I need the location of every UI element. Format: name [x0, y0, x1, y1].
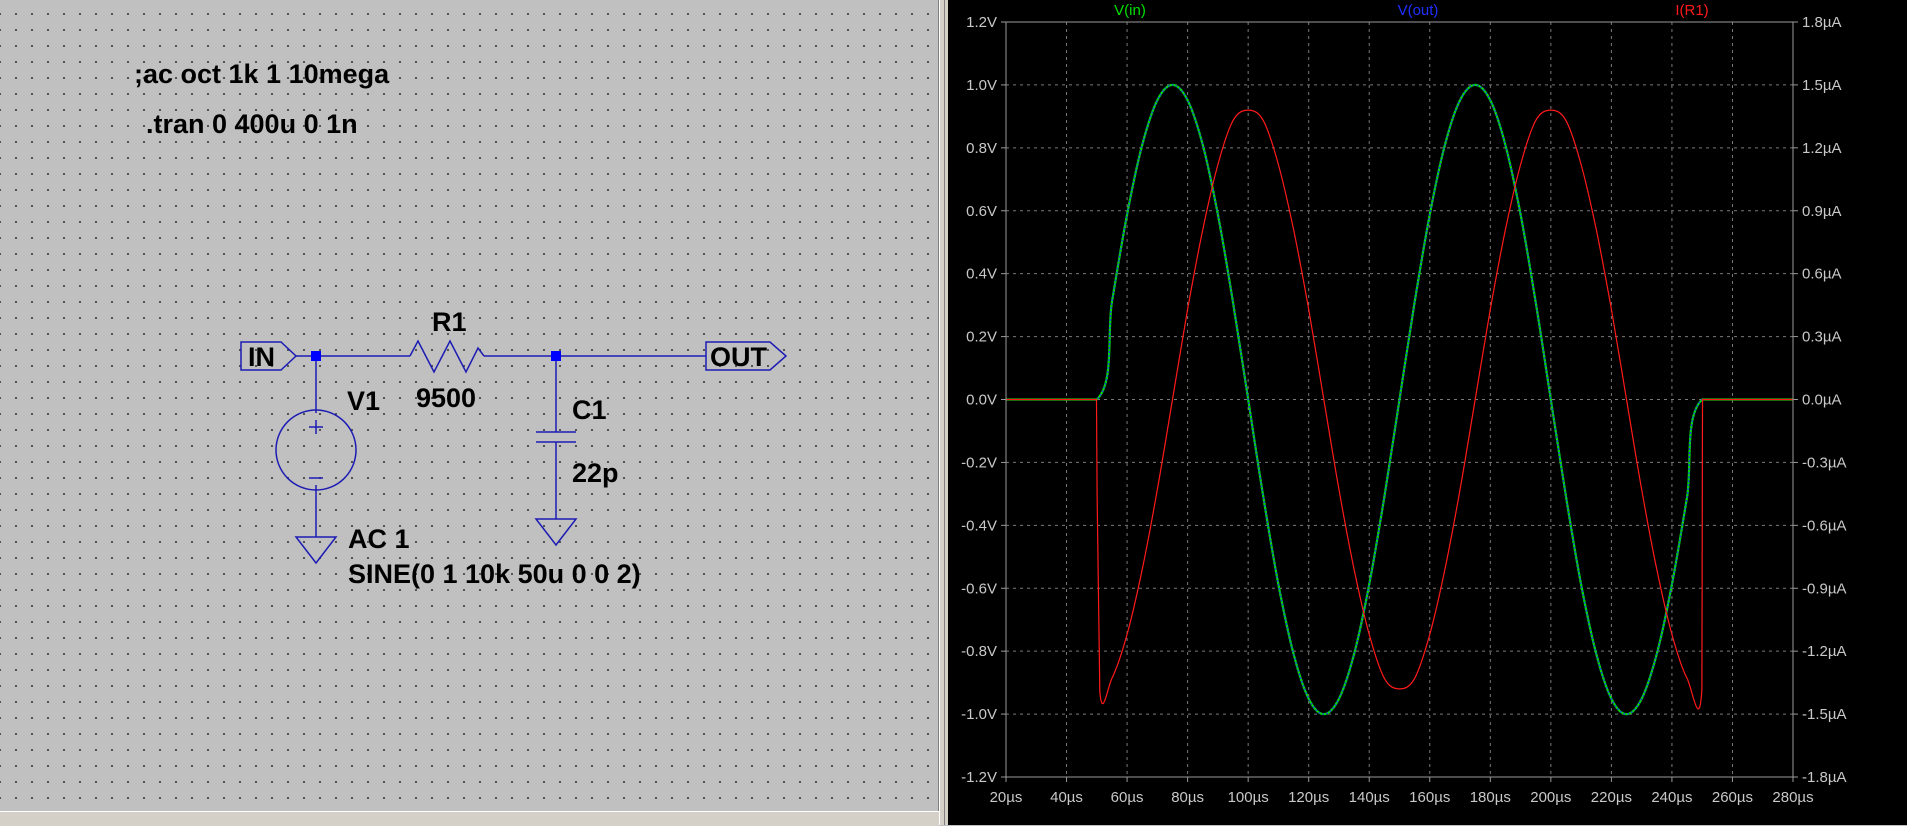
resistor-r1-name: R1: [432, 307, 467, 337]
x-tick-label: 20µs: [990, 789, 1023, 806]
y-right-tick-label: 1.8µA: [1802, 14, 1842, 31]
schematic-bottom-scrollbar[interactable]: [0, 811, 939, 826]
x-tick-label: 80µs: [1171, 789, 1204, 806]
x-tick-label: 40µs: [1050, 789, 1083, 806]
y-right-tick-label: 0.9µA: [1802, 203, 1842, 220]
ac-directive[interactable]: ;ac oct 1k 1 10mega: [134, 59, 390, 89]
schematic-editor[interactable]: ;ac oct 1k 1 10mega .tran 0 400u 0 1n IN…: [0, 0, 939, 811]
x-tick-label: 160µs: [1409, 789, 1450, 806]
x-tick-label: 180µs: [1470, 789, 1511, 806]
trace-ir1[interactable]: [1006, 109, 1793, 710]
capacitor-c1-value: 22p: [572, 458, 619, 488]
waveform-plot[interactable]: V(in) V(out) I(R1) 20µs 40µs 60µs 80µs 100µs…: [948, 0, 1907, 825]
waveform-viewer[interactable]: V(in) V(out) I(R1) 20µs 40µs 60µs 80µs 100µs…: [945, 0, 1907, 825]
y-left-tick-label: 1.0V: [966, 77, 997, 94]
trace-vout[interactable]: [1006, 84, 1793, 715]
ground-icon: [294, 536, 338, 565]
y-right-tick-label: -1.2µA: [1802, 643, 1847, 660]
ground-icon: [534, 518, 578, 547]
y-right-tick-label: 0.0µA: [1802, 392, 1842, 409]
y-left-tick-label: 0.6V: [966, 203, 997, 220]
net-label-out[interactable]: OUT: [705, 341, 788, 372]
y-left-tick-label: -0.8V: [961, 643, 997, 660]
y-right-tick-label: -1.8µA: [1802, 769, 1847, 786]
y-left-tick-label: -0.4V: [961, 517, 997, 534]
x-tick-label: 240µs: [1651, 789, 1692, 806]
y-right-tick-label: 0.6µA: [1802, 266, 1842, 283]
x-tick-label: 220µs: [1591, 789, 1632, 806]
capacitor-c1[interactable]: C1 22p: [536, 395, 619, 488]
junction-node-in: [311, 351, 321, 361]
y-left-tick-label: 1.2V: [966, 14, 997, 31]
x-tick-label: 140µs: [1349, 789, 1390, 806]
tran-directive[interactable]: .tran 0 400u 0 1n: [146, 109, 358, 139]
x-tick-label: 100µs: [1228, 789, 1269, 806]
y-right-tick-label: 1.2µA: [1802, 140, 1842, 157]
trace-label-vout[interactable]: V(out): [1398, 2, 1439, 19]
net-label-in-text: IN: [248, 342, 275, 372]
y-left-tick-label: -1.2V: [961, 769, 997, 786]
trace-label-ir1[interactable]: I(R1): [1675, 2, 1708, 19]
y-right-tick-label: 0.3µA: [1802, 329, 1842, 346]
trace-label-vin[interactable]: V(in): [1114, 2, 1146, 19]
resistor-r1[interactable]: R1 9500: [409, 307, 485, 413]
y-right-tick-label: -0.6µA: [1802, 517, 1847, 534]
net-label-in[interactable]: IN: [240, 341, 298, 372]
y-left-tick-label: 0.8V: [966, 140, 997, 157]
y-right-tick-label: -0.9µA: [1802, 580, 1847, 597]
x-tick-label: 280µs: [1772, 789, 1813, 806]
x-tick-label: 200µs: [1530, 789, 1571, 806]
y-left-tick-label: -1.0V: [961, 706, 997, 723]
net-label-out-text: OUT: [710, 342, 768, 372]
y-left-tick-label: -0.6V: [961, 580, 997, 597]
voltage-source-v1-name: V1: [347, 386, 380, 416]
y-left-tick-label: 0.0V: [966, 392, 997, 409]
y-right-tick-label: 1.5µA: [1802, 77, 1842, 94]
y-right-tick-label: -0.3µA: [1802, 454, 1847, 471]
resistor-r1-value: 9500: [416, 383, 476, 413]
voltage-source-v1-tran: SINE(0 1 10k 50u 0 0 2): [348, 559, 641, 589]
y-left-tick-label: 0.2V: [966, 329, 997, 346]
capacitor-c1-name: C1: [572, 395, 607, 425]
x-tick-label: 60µs: [1111, 789, 1144, 806]
y-left-tick-label: 0.4V: [966, 266, 997, 283]
y-right-tick-label: -1.5µA: [1802, 706, 1847, 723]
voltage-source-v1-ac: AC 1: [348, 524, 410, 554]
x-tick-label: 260µs: [1712, 789, 1753, 806]
x-tick-label: 120µs: [1288, 789, 1329, 806]
junction-node-out: [551, 351, 561, 361]
y-left-tick-label: -0.2V: [961, 454, 997, 471]
